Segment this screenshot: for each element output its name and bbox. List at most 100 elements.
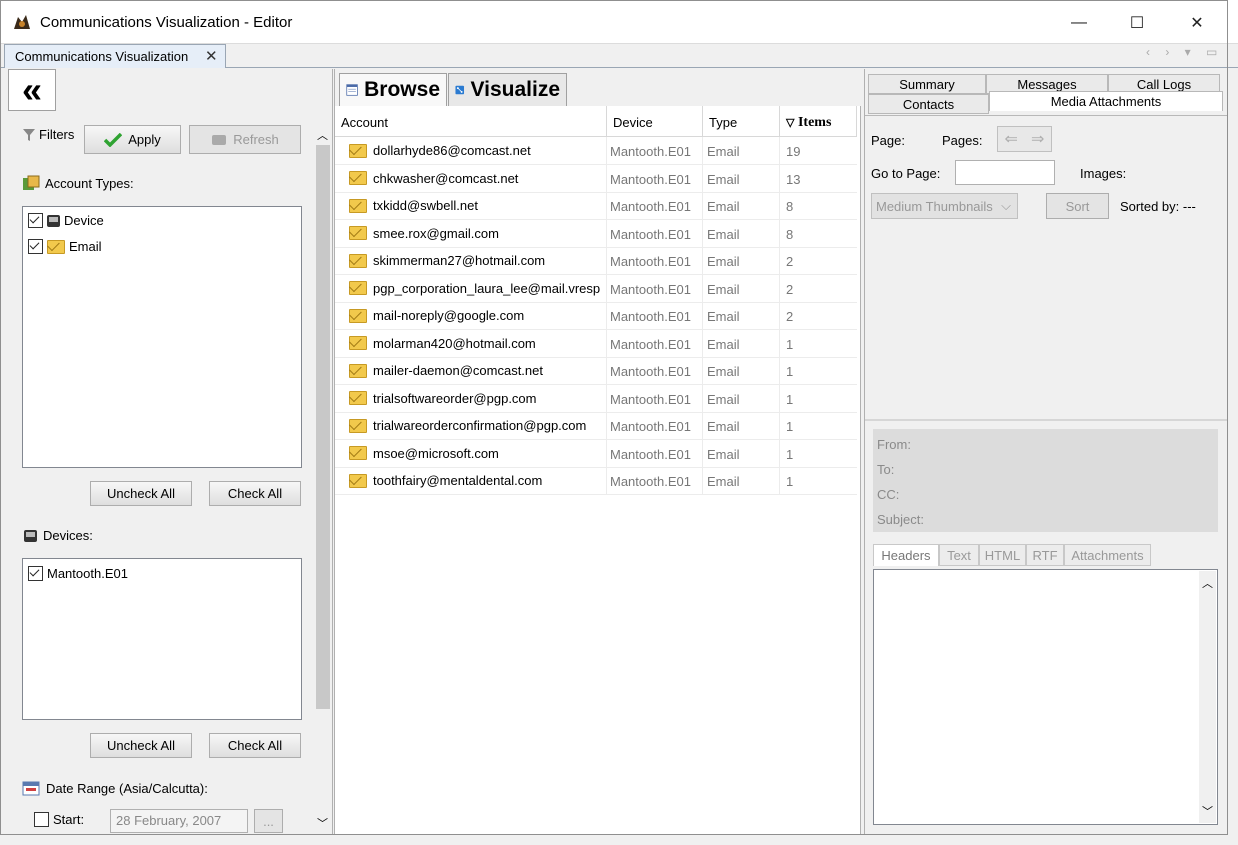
tab-navigation-controls[interactable]: ‹ › ▾ ▭	[1146, 45, 1223, 59]
column-header-items[interactable]: ▽ Items	[780, 106, 857, 137]
device-checkbox[interactable]	[28, 213, 43, 228]
message-body-area[interactable]	[873, 569, 1218, 825]
device-item-label: Mantooth.E01	[47, 566, 128, 581]
refresh-icon	[212, 134, 227, 145]
device-item-checkbox[interactable]	[28, 566, 43, 581]
funnel-icon	[23, 128, 35, 141]
items-cell: 1	[786, 391, 794, 407]
device-cell: Mantooth.E01	[610, 274, 703, 302]
account-cell: mailer-daemon@comcast.net	[335, 357, 607, 384]
title-bar: Communications Visualization - Editor — …	[0, 0, 1238, 44]
email-checkbox[interactable]	[28, 239, 43, 254]
scroll-down-icon[interactable]: ﹀	[317, 815, 328, 831]
table-row[interactable]: mail-noreply@google.com Mantooth.E01 Email…	[335, 302, 857, 330]
items-cell: 8	[786, 199, 794, 214]
device-cell: Mantooth.E01	[610, 302, 703, 329]
table-row[interactable]: chkwasher@comcast.net Mantooth.E01 Email 13	[335, 164, 857, 193]
scroll-up-icon[interactable]: ︿	[317, 127, 328, 143]
document-tab-close-icon[interactable]: ✕	[205, 47, 218, 65]
next-page-arrow-icon[interactable]: ⇒	[1031, 129, 1044, 149]
devices-list: Mantooth.E01	[22, 558, 302, 720]
account-value: chkwasher@comcast.net	[373, 170, 519, 186]
device-item[interactable]: Mantooth.E01	[28, 566, 128, 581]
account-types-check-all-button[interactable]: Check All	[209, 481, 301, 506]
column-header-type[interactable]: Type	[703, 106, 780, 137]
table-row[interactable]: txkidd@swbell.net Mantooth.E01 Email 8	[335, 192, 857, 220]
device-icon	[47, 214, 60, 227]
tab-browse[interactable]: Browse	[339, 73, 447, 106]
tab-summary[interactable]: Summary	[868, 74, 986, 94]
table-row[interactable]: msoe@microsoft.com Mantooth.E01 Email 1	[335, 439, 857, 468]
split-divider[interactable]	[865, 419, 1228, 421]
account-type-email[interactable]: Email	[28, 239, 102, 254]
devices-uncheck-all-button[interactable]: Uncheck All	[90, 733, 192, 758]
account-value: dollarhyde86@comcast.net	[373, 143, 531, 158]
tab-browse-label: Browse	[364, 78, 440, 101]
filters-scrollbar-thumb[interactable]	[316, 145, 330, 709]
window-title: Communications Visualization - Editor	[40, 14, 293, 31]
account-cell: mail-noreply@google.com	[335, 302, 607, 329]
column-header-device[interactable]: Device	[607, 106, 703, 137]
tab-contacts[interactable]: Contacts	[868, 94, 989, 114]
device-cell: Mantooth.E01	[610, 164, 703, 192]
column-header-items-label: Items	[797, 115, 832, 130]
thumbnail-size-value: Medium Thumbnails	[876, 199, 993, 214]
device-cell: Mantooth.E01	[610, 247, 703, 274]
devices-check-all-button[interactable]: Check All	[209, 733, 301, 758]
account-cell: trialsoftwareorder@pgp.com	[335, 384, 607, 412]
refresh-button[interactable]: Refresh	[189, 125, 301, 154]
type-cell: Email	[707, 164, 780, 192]
close-window-button[interactable]: ✕	[1174, 8, 1220, 38]
start-date-picker-button[interactable]: ...	[254, 809, 283, 833]
tab-html[interactable]: HTML	[979, 544, 1026, 566]
collapse-panel-button[interactable]: «	[8, 69, 56, 111]
start-date-checkbox[interactable]	[34, 812, 49, 827]
table-row[interactable]: mailer-daemon@comcast.net Mantooth.E01 Ema…	[335, 357, 857, 385]
goto-page-input[interactable]	[955, 160, 1055, 185]
table-row[interactable]: molarman420@hotmail.com Mantooth.E01 Email…	[335, 329, 857, 358]
apply-button[interactable]: Apply	[84, 125, 181, 154]
maximize-button[interactable]: ☐	[1114, 8, 1160, 38]
items-cell: 2	[786, 281, 794, 297]
prev-page-arrow-icon[interactable]: ⇐	[1005, 129, 1018, 149]
table-row[interactable]: pgp_corporation_laura_lee@mail.vresp Mant…	[335, 274, 857, 303]
app-icon	[12, 13, 32, 31]
table-row[interactable]: dollarhyde86@comcast.net Mantooth.E01 Emai…	[335, 137, 857, 165]
items-cell: 19	[786, 144, 801, 159]
tab-headers[interactable]: Headers	[873, 544, 939, 566]
envelope-icon	[349, 446, 367, 460]
account-types-uncheck-all-button[interactable]: Uncheck All	[90, 481, 192, 506]
tab-visualize[interactable]: Visualize	[448, 73, 567, 106]
type-cell: Email	[707, 439, 780, 467]
scroll-up-icon[interactable]: ︿	[1202, 575, 1213, 591]
sorted-by-label: Sorted by: ---	[1120, 199, 1196, 214]
message-body-scrollbar[interactable]: ︿ ﹀	[1199, 571, 1216, 823]
items-cell: 1	[786, 446, 794, 462]
table-row[interactable]: trialsoftwareorder@pgp.com Mantooth.E01 Em…	[335, 384, 857, 413]
document-tab[interactable]: Communications Visualization ✕	[4, 44, 226, 68]
account-cell: chkwasher@comcast.net	[335, 164, 607, 192]
tab-attachments[interactable]: Attachments	[1064, 544, 1151, 566]
table-row[interactable]: skimmerman27@hotmail.com Mantooth.E01 Emai…	[335, 247, 857, 275]
device-cell: Mantooth.E01	[610, 137, 703, 164]
scroll-down-icon[interactable]: ﹀	[1202, 803, 1213, 819]
account-value: mailer-daemon@comcast.net	[373, 363, 543, 378]
thumbnail-size-select[interactable]: Medium Thumbnails ⌵	[871, 193, 1018, 219]
account-value: mail-noreply@google.com	[373, 308, 525, 323]
tab-rtf[interactable]: RTF	[1026, 544, 1064, 566]
tab-media-attachments[interactable]: Media Attachments	[989, 91, 1223, 111]
table-row[interactable]: toothfairy@mentaldental.com Mantooth.E01 E…	[335, 467, 857, 495]
start-date-field[interactable]: 28 February, 2007	[110, 809, 248, 833]
items-cell: 1	[786, 474, 794, 489]
tab-text[interactable]: Text	[939, 544, 979, 566]
table-row[interactable]: smee.rox@gmail.com Mantooth.E01 Email 8	[335, 219, 857, 248]
account-type-device[interactable]: Device	[28, 213, 104, 228]
view-tab-bar: Browse Visualize	[335, 69, 862, 106]
table-row[interactable]: trialwareorderconfirmation@pgp.com Mantoo…	[335, 412, 857, 440]
to-label: To:	[877, 462, 895, 477]
type-cell: Email	[707, 302, 780, 329]
column-header-account[interactable]: Account	[335, 106, 607, 137]
sort-button[interactable]: Sort	[1046, 193, 1109, 219]
minimize-button[interactable]: —	[1056, 8, 1102, 38]
document-tab-label: Communications Visualization	[15, 49, 189, 64]
